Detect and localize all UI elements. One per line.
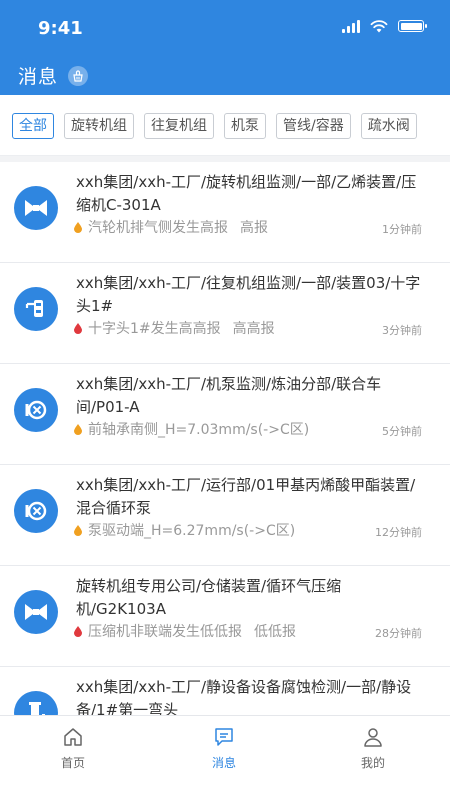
tab-profile[interactable]: 我的 [323, 726, 423, 771]
message-alert-row: 前轴承南侧_H=7.03mm/s(->C区) [74, 419, 309, 439]
message-time: 28分钟前 [375, 627, 422, 640]
message-path: xxh集团/xxh-工厂/旋转机组监测/一部/乙烯装置/压缩机C-301A [76, 173, 417, 214]
app-header: 9:41 消息 [0, 0, 450, 95]
profile-icon [364, 728, 382, 747]
message-alert-row: 泵驱动端_H=6.27mm/s(->C区) [74, 520, 295, 540]
message-time: 3分钟前 [382, 324, 422, 337]
message-alert: 压缩机非联端发生低低报 [88, 624, 242, 640]
warning-drop-icon [74, 221, 82, 233]
compressor-icon [14, 590, 58, 634]
message-item[interactable]: xxh集团/xxh-工厂/旋转机组监测/一部/乙烯装置/压缩机C-301A 汽轮… [0, 162, 450, 263]
message-alert: 泵驱动端_H=6.27mm/s(->C区) [88, 523, 296, 539]
status-bar: 9:41 [0, 0, 450, 55]
filter-chip-all[interactable]: 全部 [12, 113, 54, 139]
filter-chip-rotating[interactable]: 旋转机组 [64, 113, 134, 139]
compressor-icon [14, 186, 58, 230]
crosshead-icon [14, 287, 58, 331]
status-icons [342, 19, 427, 33]
tab-home[interactable]: 首页 [23, 726, 123, 771]
message-item[interactable]: 旋转机组专用公司/仓储装置/循环气压缩机/G2K103A 压缩机非联端发生低低报… [0, 566, 450, 667]
filter-chip-pipeline[interactable]: 管线/容器 [276, 113, 351, 139]
message-list: xxh集团/xxh-工厂/旋转机组监测/一部/乙烯装置/压缩机C-301A 汽轮… [0, 162, 450, 768]
page-title: 消息 [18, 66, 59, 88]
message-level: 高高报 [232, 321, 275, 337]
filter-chip-pump[interactable]: 机泵 [224, 113, 266, 139]
message-path: xxh集团/xxh-工厂/运行部/01甲基丙烯酸甲酯装置/混合循环泵 [76, 476, 416, 517]
message-item[interactable]: xxh集团/xxh-工厂/运行部/01甲基丙烯酸甲酯装置/混合循环泵 泵驱动端_… [0, 465, 450, 566]
tab-messages-label: 消息 [211, 756, 236, 770]
message-time: 1分钟前 [382, 223, 422, 236]
status-time: 9:41 [38, 18, 83, 39]
tab-home-label: 首页 [60, 756, 85, 770]
bottom-tab-bar: 首页 消息 我的 [0, 715, 450, 800]
message-alert: 前轴承南侧_H=7.03mm/s(->C区) [88, 422, 310, 438]
warning-drop-icon [74, 423, 82, 435]
message-item[interactable]: xxh集团/xxh-工厂/往复机组监测/一部/装置03/十字头1# 十字头1#发… [0, 263, 450, 364]
title-row: 消息 [18, 62, 89, 89]
message-alert: 十字头1#发生高高报 [88, 321, 221, 337]
filter-chips: 全部 旋转机组 往复机组 机泵 管线/容器 疏水阀 [12, 113, 417, 139]
filter-chip-trap[interactable]: 疏水阀 [360, 113, 417, 139]
message-alert-row: 汽轮机排气侧发生高报 高报 [74, 217, 268, 237]
message-path: 旋转机组专用公司/仓储装置/循环气压缩机/G2K103A [76, 577, 342, 618]
pump-icon [14, 388, 58, 432]
wifi-icon [370, 20, 388, 33]
message-level: 低低报 [254, 624, 296, 640]
message-time: 5分钟前 [382, 425, 422, 438]
message-path: xxh集团/xxh-工厂/往复机组监测/一部/装置03/十字头1# [76, 274, 421, 315]
message-level: 高报 [240, 220, 268, 236]
message-alert-row: 十字头1#发生高高报 高高报 [74, 318, 275, 338]
filter-bar: 全部 旋转机组 往复机组 机泵 管线/容器 疏水阀 [0, 95, 450, 156]
home-icon [64, 728, 82, 746]
message-path: xxh集团/xxh-工厂/机泵监测/炼油分部/联合车间/P01-A [76, 375, 382, 416]
signal-icon [342, 19, 360, 33]
message-time: 12分钟前 [375, 526, 422, 539]
tab-profile-label: 我的 [360, 756, 385, 770]
message-item[interactable]: xxh集团/xxh-工厂/机泵监测/炼油分部/联合车间/P01-A 前轴承南侧_… [0, 364, 450, 465]
danger-drop-icon [74, 322, 82, 334]
pump-icon [14, 489, 58, 533]
message-alert: 汽轮机排气侧发生高报 [88, 220, 228, 236]
message-alert-row: 压缩机非联端发生低低报 低低报 [74, 621, 296, 641]
clear-messages-icon[interactable] [68, 65, 89, 86]
warning-drop-icon [74, 524, 82, 536]
tab-messages[interactable]: 消息 [174, 726, 274, 771]
message-icon [215, 728, 233, 746]
filter-chip-reciprocating[interactable]: 往复机组 [144, 113, 214, 139]
battery-icon [398, 20, 427, 32]
danger-drop-icon [74, 625, 82, 637]
